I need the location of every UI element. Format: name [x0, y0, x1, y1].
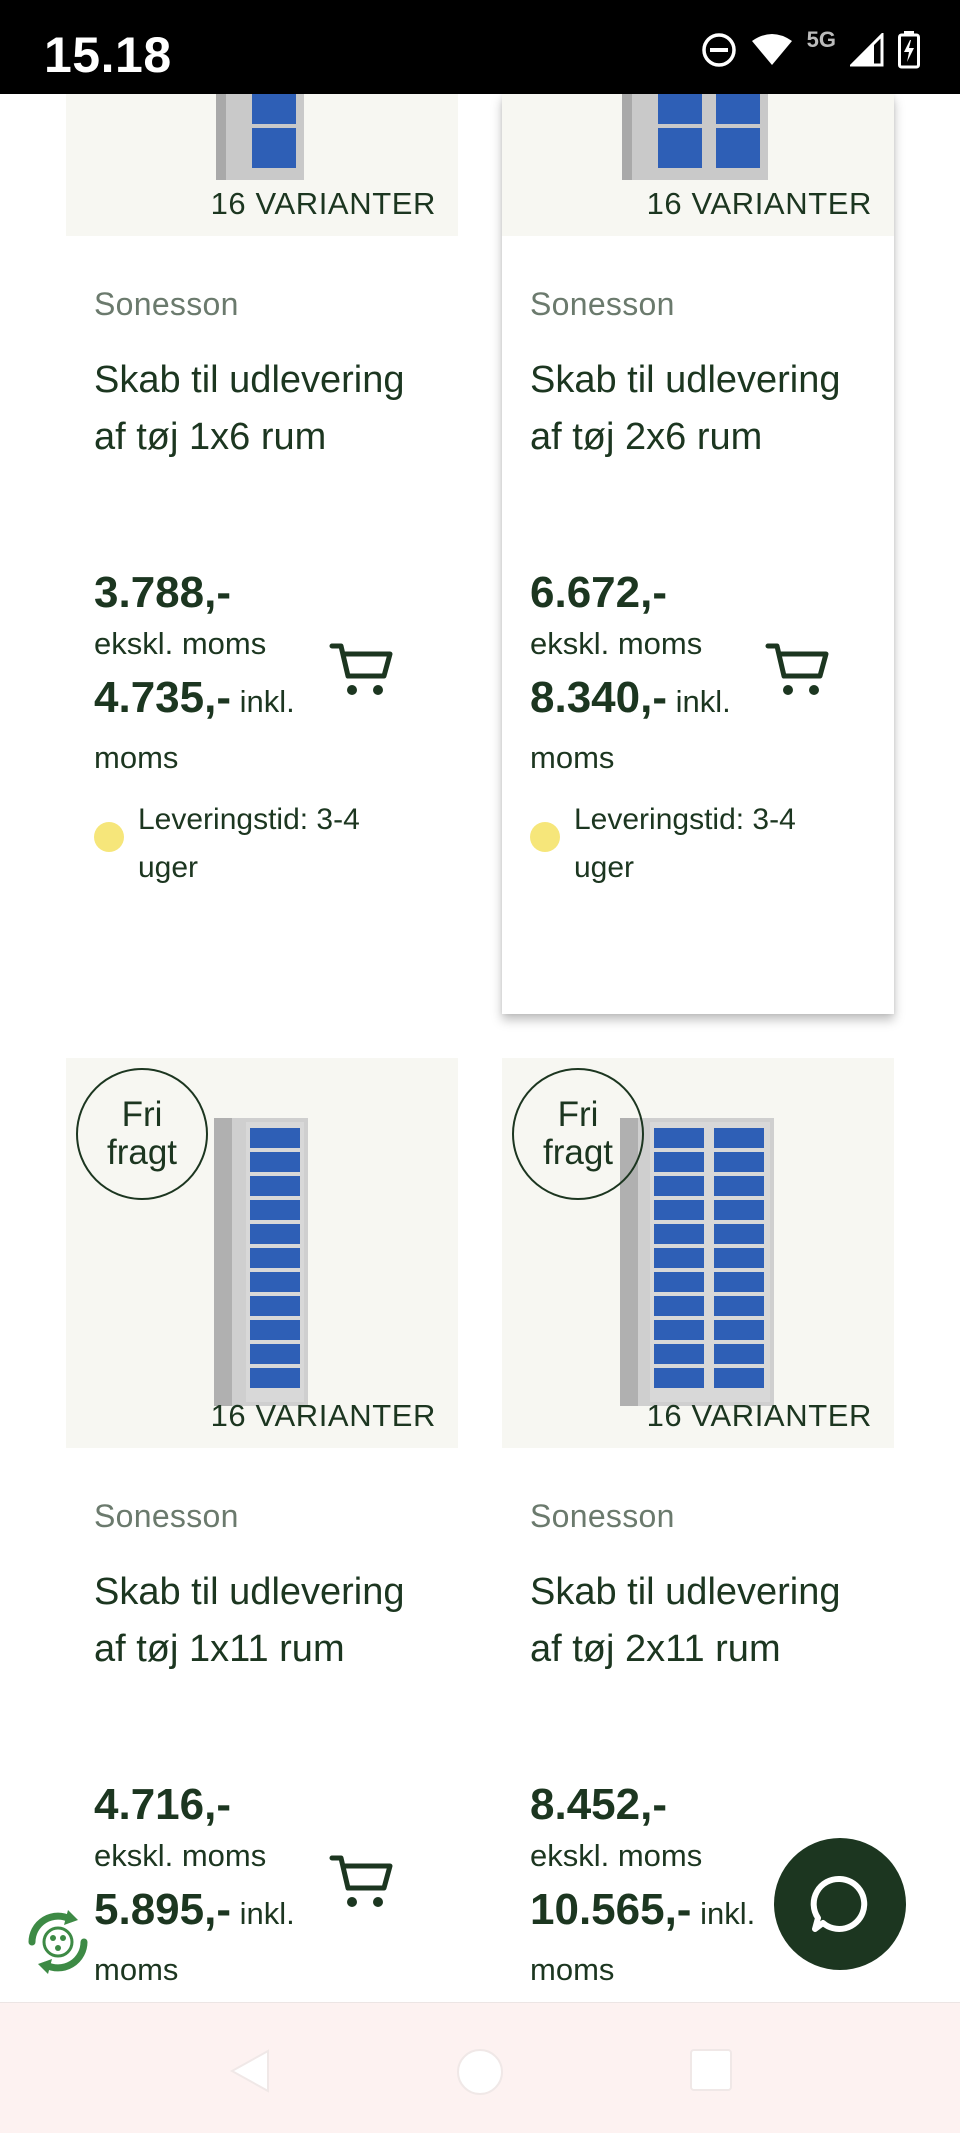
price-excl-vat: 6.672,-	[530, 568, 667, 617]
price-excl-vat-label: ekskl. moms	[530, 626, 703, 661]
delivery-time-label: Leveringstid: 3-4 uger	[574, 803, 796, 884]
price-incl-vat: 10.565,-	[530, 1885, 692, 1934]
back-icon[interactable]	[226, 2047, 272, 2095]
system-nav-bar	[0, 2002, 960, 2133]
battery-charging-icon	[898, 31, 920, 69]
brand-label: Sonesson	[530, 1498, 675, 1534]
free-shipping-line2: fragt	[542, 1133, 614, 1172]
free-shipping-line1: Fri	[557, 1095, 599, 1134]
product-title[interactable]: Skab til udlevering af tøj 1x11 rum	[94, 1564, 444, 1678]
status-icons: 5G	[701, 27, 920, 70]
free-shipping-line1: Fri	[121, 1095, 163, 1134]
home-icon[interactable]	[455, 2047, 505, 2097]
brand-label: Sonesson	[94, 1498, 239, 1534]
product-image[interactable]: Fri fragt 16 VARIANTER	[502, 1058, 894, 1448]
free-shipping-badge: Fri fragt	[76, 1068, 208, 1200]
locker-cabinet-image	[214, 1118, 308, 1406]
variants-label: 16 VARIANTER	[210, 1398, 436, 1433]
product-title[interactable]: Skab til udlevering af tøj 2x6 rum	[530, 352, 880, 466]
add-to-cart-icon[interactable]	[328, 640, 394, 700]
status-time: 15.18	[44, 27, 172, 83]
brand-label: Sonesson	[94, 286, 239, 322]
status-bar: 15.18 5G	[0, 0, 960, 94]
product-title[interactable]: Skab til udlevering af tøj 2x11 rum	[530, 1564, 880, 1678]
locker-cabinet-image	[622, 94, 768, 180]
price-excl-vat-label: ekskl. moms	[530, 1838, 703, 1873]
recents-icon[interactable]	[688, 2047, 734, 2093]
locker-cabinet-image	[216, 94, 304, 180]
wifi-icon	[751, 34, 792, 65]
price-excl-vat: 8.452,-	[530, 1780, 667, 1829]
free-shipping-badge: Fri fragt	[512, 1068, 644, 1200]
delivery-status-dot	[94, 822, 124, 852]
network-type-label: 5G	[806, 27, 836, 52]
brand-label: Sonesson	[530, 286, 675, 322]
price-excl-vat-label: ekskl. moms	[94, 626, 267, 661]
recycle-badge-icon[interactable]	[18, 1902, 98, 1982]
product-card[interactable]: Fri fragt 16 VARIANTER Sonesson Skab til…	[66, 1058, 458, 2002]
price-incl-vat: 8.340,-	[530, 673, 667, 722]
price-excl-vat-label: ekskl. moms	[94, 1838, 267, 1873]
variants-label: 16 VARIANTER	[646, 1398, 872, 1433]
add-to-cart-icon[interactable]	[764, 640, 830, 700]
locker-cabinet-image	[620, 1118, 774, 1406]
delivery-status-dot	[530, 822, 560, 852]
price-incl-vat: 4.735,-	[94, 673, 231, 722]
delivery-info: Leveringstid: 3-4 uger	[530, 796, 860, 892]
variants-label: 16 VARIANTER	[646, 186, 872, 221]
price-incl-vat: 5.895,-	[94, 1885, 231, 1934]
price-excl-vat: 4.716,-	[94, 1780, 231, 1829]
add-to-cart-icon[interactable]	[328, 1852, 394, 1912]
product-card[interactable]: 16 VARIANTER Sonesson Skab til udleverin…	[502, 94, 894, 1014]
free-shipping-line2: fragt	[106, 1133, 178, 1172]
product-card[interactable]: 16 VARIANTER Sonesson Skab til udleverin…	[66, 94, 458, 1014]
delivery-info: Leveringstid: 3-4 uger	[94, 796, 424, 892]
chat-button[interactable]	[774, 1838, 906, 1970]
product-title[interactable]: Skab til udlevering af tøj 1x6 rum	[94, 352, 444, 466]
signal-icon	[850, 33, 884, 67]
product-image[interactable]: 16 VARIANTER	[66, 94, 458, 236]
do-not-disturb-icon	[701, 33, 736, 67]
product-image[interactable]: 16 VARIANTER	[502, 94, 894, 236]
delivery-time-label: Leveringstid: 3-4 uger	[138, 803, 360, 884]
product-image[interactable]: Fri fragt 16 VARIANTER	[66, 1058, 458, 1448]
chat-bubble-icon	[810, 1875, 868, 1932]
price-excl-vat: 3.788,-	[94, 568, 231, 617]
variants-label: 16 VARIANTER	[210, 186, 436, 221]
